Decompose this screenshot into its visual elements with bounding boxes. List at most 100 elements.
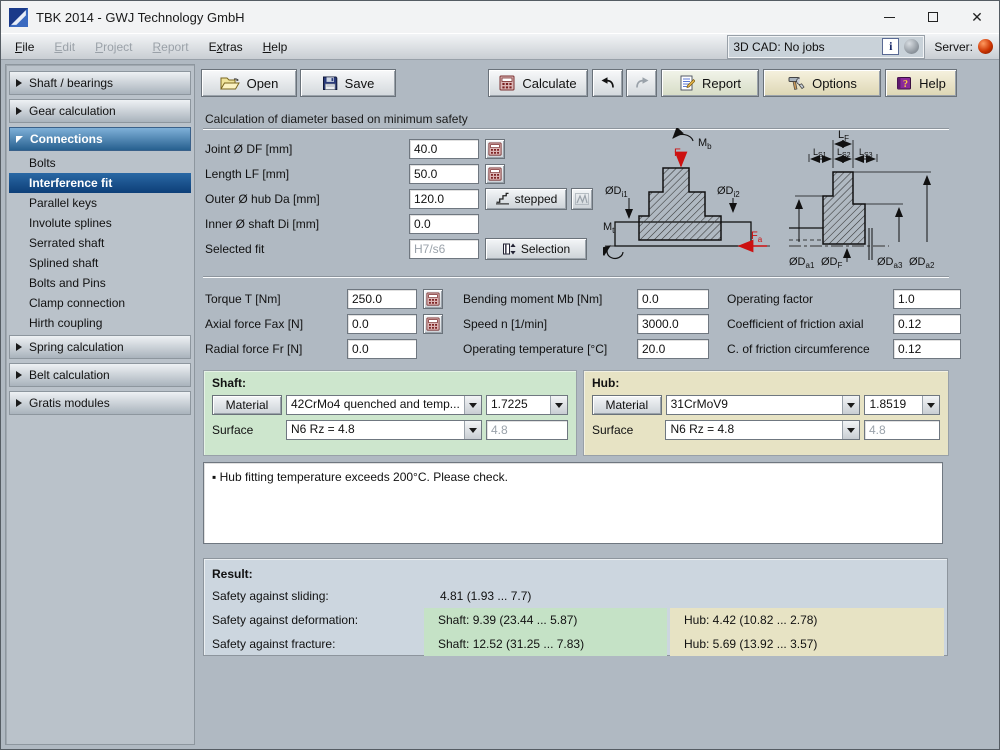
hub-dimensions-diagram: LF LS1 LS2 LS3	[789, 128, 949, 274]
menu-file[interactable]: File	[7, 37, 42, 57]
shaft-panel-title: Shaft:	[212, 376, 568, 390]
shaft-material-button[interactable]: Material	[212, 395, 282, 415]
sidebar-item-gear-calculation[interactable]: Gear calculation	[9, 99, 191, 123]
svg-text:ØDi1: ØDi1	[605, 185, 628, 199]
calculator-icon	[426, 317, 440, 331]
bending-moment-label: Bending moment Mb [Nm]	[463, 292, 631, 306]
sidebar-item-interference-fit[interactable]: Interference fit	[9, 173, 191, 193]
shaft-material-combo[interactable]: 42CrMo4 quenched and temp...	[286, 395, 482, 415]
deformation-hub-value: Hub: 4.42 (10.82 ... 2.78)	[670, 608, 944, 632]
result-row-sliding: Safety against sliding: 4.81 (1.93 ... 7…	[212, 584, 939, 608]
sidebar-item-bolts-and-pins[interactable]: Bolts and Pins	[9, 273, 191, 293]
calculate-button[interactable]: Calculate	[488, 69, 588, 97]
sidebar-item-label: Parallel keys	[29, 196, 97, 210]
selected-fit-label: Selected fit	[205, 242, 403, 256]
radial-force-input[interactable]	[347, 339, 417, 359]
joint-df-input[interactable]	[409, 139, 479, 159]
shaft-surface-combo[interactable]: N6 Rz = 4.8	[286, 420, 482, 440]
temperature-input[interactable]	[637, 339, 709, 359]
speed-label: Speed n [1/min]	[463, 317, 631, 331]
svg-text:ØDa3: ØDa3	[877, 256, 903, 270]
sidebar-item-bolts[interactable]: Bolts	[9, 153, 191, 173]
shaft-material-number-combo[interactable]: 1.7225	[486, 395, 568, 415]
svg-text:LS2: LS2	[837, 147, 851, 159]
window-title: TBK 2014 - GWJ Technology GmbH	[36, 10, 867, 25]
torque-calc-button[interactable]	[423, 289, 443, 309]
maximize-button[interactable]	[911, 1, 955, 33]
bending-moment-input[interactable]	[637, 289, 709, 309]
sidebar-item-parallel-keys[interactable]: Parallel keys	[9, 193, 191, 213]
warning-text: Hub fitting temperature exceeds 200°C. P…	[220, 470, 508, 484]
sidebar-item-label: Splined shaft	[29, 256, 98, 270]
sidebar-item-clamp-connection[interactable]: Clamp connection	[9, 293, 191, 313]
sidebar-item-spring-calculation[interactable]: Spring calculation	[9, 335, 191, 359]
undo-button[interactable]	[592, 69, 623, 97]
menu-items: FileEditProjectReportExtrasHelp	[7, 37, 728, 57]
menu-report: Report	[145, 37, 197, 57]
chevron-down-icon[interactable]	[550, 396, 567, 414]
friction-axial-label: Coefficient of friction axial	[727, 317, 887, 331]
sidebar-item-belt-calculation[interactable]: Belt calculation	[9, 363, 191, 387]
close-button[interactable]: ✕	[955, 1, 999, 33]
outer-da-label: Outer Ø hub Da [mm]	[205, 192, 403, 206]
temperature-label: Operating temperature [°C]	[463, 342, 631, 356]
deformation-label: Safety against deformation:	[212, 613, 424, 627]
info-button[interactable]: i	[882, 38, 899, 55]
hub-material-button[interactable]: Material	[592, 395, 662, 415]
stepped-profile-icon	[495, 192, 510, 205]
inner-di-input[interactable]	[409, 214, 479, 234]
sidebar-item-gratis-modules[interactable]: Gratis modules	[9, 391, 191, 415]
sidebar-item-label: Hirth coupling	[29, 316, 102, 330]
sidebar-item-hirth-coupling[interactable]: Hirth coupling	[9, 313, 191, 333]
joint-df-calc-button[interactable]	[485, 139, 505, 159]
tools-icon	[787, 75, 805, 91]
friction-circumference-input[interactable]	[893, 339, 961, 359]
svg-text:ØDF: ØDF	[821, 256, 843, 270]
fracture-shaft-value: Shaft: 12.52 (31.25 ... 7.83)	[424, 632, 667, 656]
minimize-button[interactable]	[867, 1, 911, 33]
length-lf-input[interactable]	[409, 164, 479, 184]
report-button[interactable]: Report	[661, 69, 759, 97]
svg-text:Mt: Mt	[603, 221, 615, 235]
hub-material-combo[interactable]: 31CrMoV9	[666, 395, 861, 415]
calculator-icon	[499, 75, 515, 91]
menu-help[interactable]: Help	[255, 37, 296, 57]
axial-calc-button[interactable]	[423, 314, 443, 334]
open-button[interactable]: Open	[201, 69, 297, 97]
operating-factor-input[interactable]	[893, 289, 961, 309]
outer-da-input[interactable]	[409, 189, 479, 209]
hub-roughness-field[interactable]	[864, 420, 940, 440]
hub-material-number-combo[interactable]: 1.8519	[864, 395, 940, 415]
title-bar: TBK 2014 - GWJ Technology GmbH ✕	[1, 1, 999, 33]
chevron-right-icon	[16, 107, 22, 115]
menu-edit: Edit	[46, 37, 83, 57]
selected-fit-input[interactable]	[409, 239, 479, 259]
cad-status-text: 3D CAD: No jobs	[733, 40, 877, 54]
fit-selection-button[interactable]: Selection	[485, 238, 587, 260]
chevron-down-icon[interactable]	[842, 421, 859, 439]
stepped-button[interactable]: stepped	[485, 188, 567, 210]
sidebar-item-label: Clamp connection	[29, 296, 125, 310]
save-button[interactable]: Save	[300, 69, 396, 97]
chevron-down-icon[interactable]	[464, 421, 481, 439]
length-lf-calc-button[interactable]	[485, 164, 505, 184]
chevron-down-icon[interactable]	[464, 396, 481, 414]
options-button[interactable]: Options	[763, 69, 881, 97]
sidebar-item-involute-splines[interactable]: Involute splines	[9, 213, 191, 233]
hub-surface-combo[interactable]: N6 Rz = 4.8	[665, 420, 860, 440]
sidebar-item-shaft-bearings[interactable]: Shaft / bearings	[9, 71, 191, 95]
torque-input[interactable]	[347, 289, 417, 309]
chevron-down-icon[interactable]	[842, 396, 859, 414]
sidebar-item-splined-shaft[interactable]: Splined shaft	[9, 253, 191, 273]
divider	[203, 276, 949, 278]
sidebar-item-connections[interactable]: Connections	[9, 127, 191, 151]
chevron-down-icon[interactable]	[922, 396, 939, 414]
sidebar-item-serrated-shaft[interactable]: Serrated shaft	[9, 233, 191, 253]
menu-extras[interactable]: Extras	[201, 37, 251, 57]
fracture-label: Safety against fracture:	[212, 637, 424, 651]
friction-axial-input[interactable]	[893, 314, 961, 334]
help-button[interactable]: Help	[885, 69, 957, 97]
axial-force-input[interactable]	[347, 314, 417, 334]
speed-input[interactable]	[637, 314, 709, 334]
shaft-roughness-field[interactable]	[486, 420, 568, 440]
